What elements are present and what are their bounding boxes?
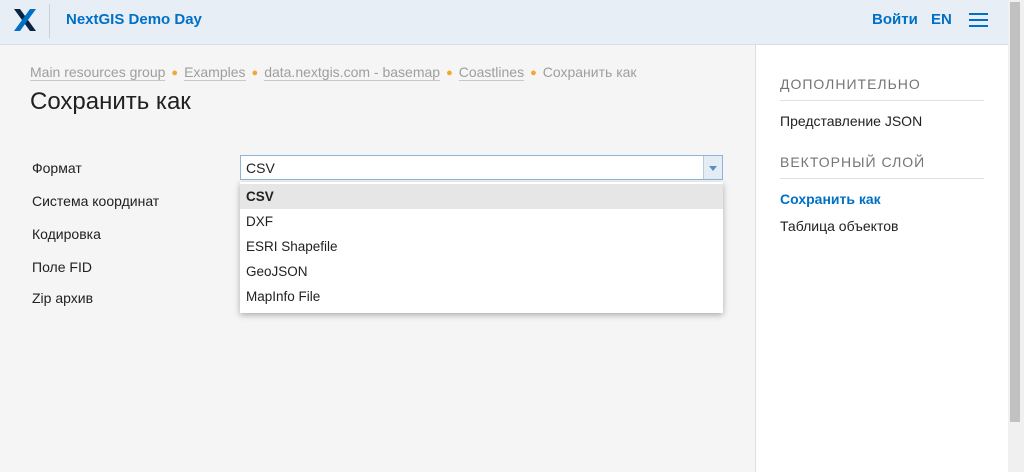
format-option-csv[interactable]: CSV	[240, 184, 723, 209]
sidebar-item-feature-table[interactable]: Таблица объектов	[780, 218, 898, 234]
zip-archive-label: Zip архив	[32, 290, 94, 306]
breadcrumb-separator-icon: ●	[171, 67, 179, 79]
nextgis-x-logo-icon[interactable]	[12, 7, 38, 33]
format-option-geojson[interactable]: GeoJSON	[240, 259, 723, 284]
login-link[interactable]: Войти	[872, 11, 918, 28]
sidebar-heading-additional: ДОПОЛНИТЕЛЬНО	[780, 76, 984, 101]
page-title: Сохранить как	[30, 88, 191, 115]
crs-label: Система координат	[32, 193, 160, 209]
page-scrollbar[interactable]	[1008, 0, 1024, 472]
format-dropdown-list: CSV DXF ESRI Shapefile GeoJSON MapInfo F…	[240, 182, 723, 313]
breadcrumb: Main resources group ● Examples ● data.nextg…	[30, 64, 637, 81]
main-content: Main resources group ● Examples ● data.nextg…	[0, 45, 755, 472]
language-switcher[interactable]: EN	[931, 11, 952, 28]
sidebar-item-save-as[interactable]: Сохранить как	[780, 191, 881, 207]
breadcrumb-item-main-resources[interactable]: Main resources group	[30, 64, 166, 81]
breadcrumb-item-coastlines[interactable]: Coastlines	[458, 64, 525, 81]
sidebar-heading-vector-layer: ВЕКТОРНЫЙ СЛОЙ	[780, 154, 984, 179]
format-option-mapinfo[interactable]: MapInfo File	[240, 284, 723, 309]
breadcrumb-separator-icon: ●	[530, 67, 537, 79]
encoding-label: Кодировка	[32, 226, 101, 242]
format-option-esri-shapefile[interactable]: ESRI Shapefile	[240, 234, 723, 259]
header-divider	[49, 4, 50, 38]
app-title[interactable]: NextGIS Demo Day	[66, 11, 202, 28]
breadcrumb-separator-icon: ●	[446, 67, 453, 79]
chevron-down-icon[interactable]	[703, 156, 722, 179]
format-select[interactable]: CSV	[240, 155, 723, 180]
scrollbar-thumb[interactable]	[1010, 2, 1020, 422]
header: NextGIS Demo Day Войти EN	[0, 0, 1008, 45]
fid-field-label: Поле FID	[32, 259, 92, 275]
format-option-dxf[interactable]: DXF	[240, 209, 723, 234]
hamburger-menu-icon[interactable]	[969, 13, 989, 28]
breadcrumb-separator-icon: ●	[251, 67, 259, 79]
format-label: Формат	[32, 160, 82, 176]
breadcrumb-current: Сохранить как	[542, 64, 637, 80]
sidebar-item-json-view[interactable]: Представление JSON	[780, 113, 922, 129]
breadcrumb-item-examples[interactable]: Examples	[184, 64, 246, 81]
format-select-value: CSV	[246, 160, 275, 176]
breadcrumb-item-basemap[interactable]: data.nextgis.com - basemap	[264, 64, 441, 81]
sidebar: ДОПОЛНИТЕЛЬНО Представление JSON ВЕКТОРН…	[755, 45, 1008, 472]
